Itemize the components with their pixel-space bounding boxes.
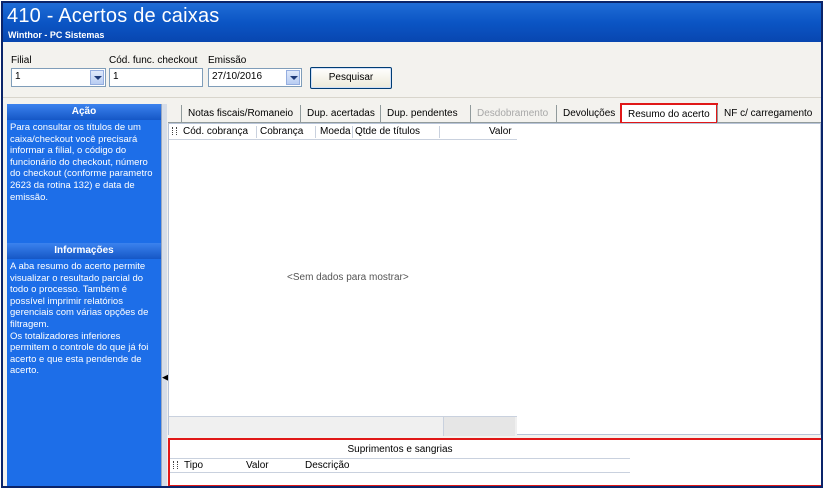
filial-label: Filial bbox=[11, 55, 32, 66]
sidebar-panel: Ação Para consultar os títulos de um cai… bbox=[7, 104, 161, 486]
col-valor[interactable]: Valor bbox=[246, 460, 269, 471]
suprimentos-panel: Suprimentos e sangrias Tipo Valor Descri… bbox=[168, 438, 821, 486]
empty-grid-message: <Sem dados para mostrar> bbox=[287, 272, 409, 283]
emissao-value: 27/10/2016 bbox=[212, 71, 263, 82]
chevron-down-icon[interactable] bbox=[90, 70, 104, 85]
info-text: A aba resumo do acerto permite visualiza… bbox=[10, 261, 149, 377]
tab-strip: Notas fiscais/Romaneio Dup. acertadas Du… bbox=[168, 103, 821, 124]
window-title: 410 - Acertos de caixas bbox=[7, 5, 220, 27]
info-heading: Informações bbox=[7, 243, 161, 259]
filter-panel: Filial 1 Cód. func. checkout 1 Emissão 2… bbox=[3, 42, 821, 98]
chevron-down-icon[interactable] bbox=[286, 70, 300, 85]
col-tipo[interactable]: Tipo bbox=[184, 460, 203, 471]
col-valor[interactable]: Valor bbox=[489, 126, 512, 137]
filial-value: 1 bbox=[15, 71, 21, 82]
col-cobranca[interactable]: Cobrança bbox=[260, 126, 303, 137]
col-qtde-titulos[interactable]: Qtde de títulos bbox=[355, 126, 420, 137]
func-checkout-label: Cód. func. checkout bbox=[109, 55, 198, 66]
emissao-label: Emissão bbox=[208, 55, 247, 66]
tab-dup-pendentes[interactable]: Dup. pendentes bbox=[380, 105, 464, 123]
col-cod-cobranca[interactable]: Cód. cobrança bbox=[183, 126, 248, 137]
acao-heading: Ação bbox=[7, 104, 161, 120]
tab-dup-acertadas[interactable]: Dup. acertadas bbox=[300, 105, 381, 123]
column-chooser-icon[interactable] bbox=[172, 126, 180, 137]
tab-desdobramento[interactable]: Desdobramento bbox=[470, 105, 554, 123]
tab-nf-carregamento[interactable]: NF c/ carregamento bbox=[717, 105, 818, 123]
search-button-label: Pesquisar bbox=[328, 72, 374, 83]
tab-resumo-do-acerto[interactable]: Resumo do acerto bbox=[620, 103, 718, 124]
tab-devolucoes[interactable]: Devoluções bbox=[556, 105, 621, 123]
func-checkout-input[interactable]: 1 bbox=[109, 68, 203, 87]
grid-footer bbox=[169, 416, 517, 436]
total-cell bbox=[443, 417, 515, 436]
column-chooser-icon[interactable] bbox=[173, 460, 181, 471]
window-subtitle: Winthor - PC Sistemas bbox=[8, 30, 105, 40]
search-button[interactable]: Pesquisar bbox=[310, 67, 392, 89]
title-bar: 410 - Acertos de caixas Winthor - PC Sis… bbox=[3, 3, 821, 42]
filial-select[interactable]: 1 bbox=[11, 68, 106, 87]
grid-header: Cód. cobrança Cobrança Moeda Qtde de tít… bbox=[169, 124, 517, 140]
suprimentos-title: Suprimentos e sangrias bbox=[347, 444, 453, 455]
suprimentos-header: Tipo Valor Descrição bbox=[170, 458, 630, 473]
app-window: 410 - Acertos de caixas Winthor - PC Sis… bbox=[1, 1, 823, 488]
sidebar-splitter[interactable]: ◀ bbox=[161, 104, 169, 486]
emissao-date-picker[interactable]: 27/10/2016 bbox=[208, 68, 302, 87]
acao-text: Para consultar os títulos de um caixa/ch… bbox=[10, 122, 153, 203]
tab-notas-fiscais[interactable]: Notas fiscais/Romaneio bbox=[181, 105, 299, 123]
func-checkout-value: 1 bbox=[113, 71, 119, 82]
col-moeda[interactable]: Moeda bbox=[320, 126, 351, 137]
resumo-grid: Cód. cobrança Cobrança Moeda Qtde de tít… bbox=[168, 123, 821, 436]
col-descricao[interactable]: Descrição bbox=[305, 460, 349, 471]
